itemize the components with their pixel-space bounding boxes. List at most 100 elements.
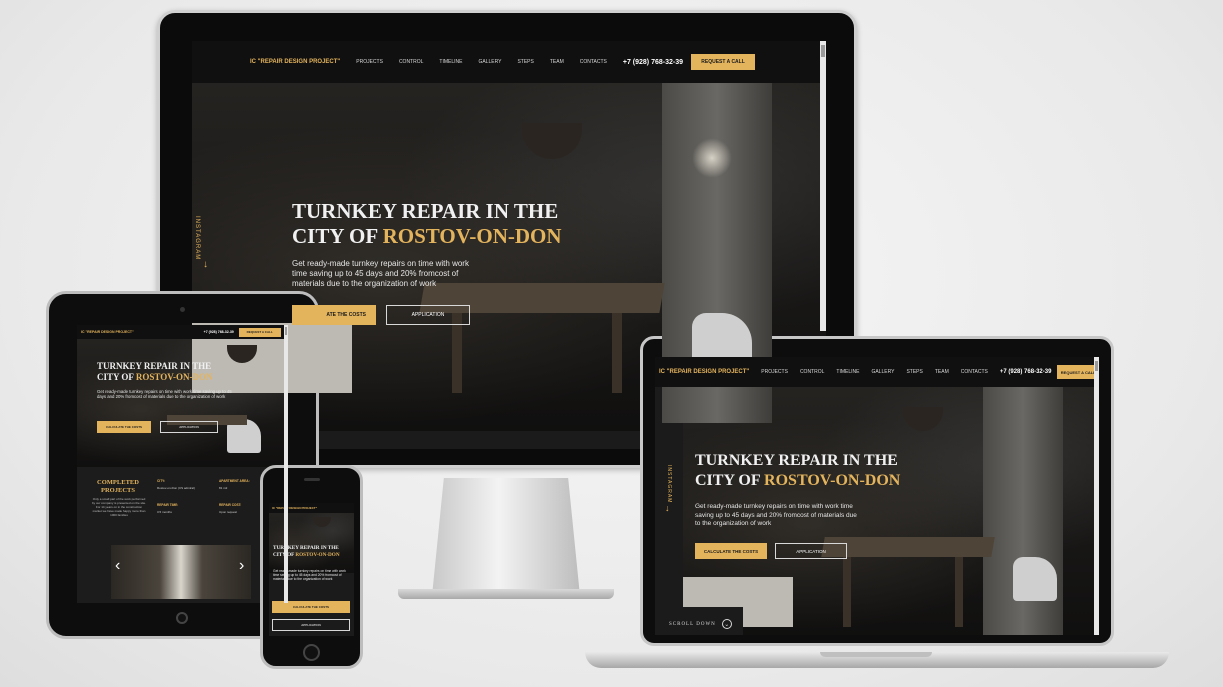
time-value: 3.5 months [157,510,172,514]
scroll-down-link[interactable]: SCROLL DOWN ⌄ [669,619,732,629]
tablet-scroll-thumb[interactable] [285,327,287,335]
nav-control[interactable]: CONTROL [399,59,423,65]
phone-hero-title-line2: CITY OF ROSTOV-ON-DON [273,551,340,558]
phone-website: IC "REPAIR DESIGN PROJECT" TURNKEY REPAI… [269,503,354,636]
tablet-hero-buttons: CALCULATE THE COSTS APPLICATION [97,421,218,433]
nav-timeline[interactable]: TIMELINE [439,59,462,65]
hero-title: TURNKEY REPAIR IN THE CITY OF ROSTOV-ON-… [292,199,562,249]
nav-team[interactable]: TEAM [550,59,564,65]
phone-navbar: IC "REPAIR DESIGN PROJECT" [269,503,354,513]
hero-subtitle: Get ready-made turnkey repairs on time w… [292,259,469,288]
tablet-camera [180,307,185,312]
laptop-instagram-link[interactable]: INSTAGRAM [666,465,672,503]
instagram-link[interactable]: INSTAGRAM [194,216,200,260]
calculate-costs-button[interactable]: ATE THE COSTS [292,305,376,325]
tablet-phone-number[interactable]: +7 (928) 768-32-39 [204,330,234,334]
tablet-home-button[interactable] [176,612,188,624]
arrow-down-icon: ↓ [203,259,208,270]
nav-gallery[interactable]: GALLERY [478,59,501,65]
tablet-hero-subtitle: Get ready-made turnkey repairs on time w… [97,389,232,400]
city-label: CITY: [157,479,166,483]
tablet-brand-logo[interactable]: IC "REPAIR DESIGN PROJECT" [81,330,134,334]
tablet-hero-title-line1: TURNKEY REPAIR IN THE [97,361,212,371]
chevron-down-icon: ⌄ [721,619,732,629]
tablet-hero-city: ROSTOV-ON-DON [135,372,213,382]
hero-title-line1: TURNKEY REPAIR IN THE [292,199,559,223]
time-label: REPAIR TIME: [157,503,179,507]
imac-scroll-thumb[interactable] [821,45,825,57]
laptop-hero-title-line1: TURNKEY REPAIR IN THE [695,452,898,469]
laptop-pendant-lamp [903,407,943,431]
project-photo [111,545,251,599]
phone-hero-city: ROSTOV-ON-DON [295,551,340,558]
hero-title-line2: CITY OF ROSTOV-ON-DON [292,224,562,248]
laptop-hero-city: ROSTOV-ON-DON [764,472,901,489]
gallery-next-icon[interactable]: › [239,557,244,575]
laptop-brand-logo[interactable]: IC "REPAIR DESIGN PROJECT" [659,369,749,375]
tablet-hero-title: TURNKEY REPAIR IN THE CITY OF ROSTOV-ON-… [97,361,213,383]
phone-buttons: CALCULATE THE COSTS APPLICATION [272,601,350,631]
area-value: 81 m2 [219,486,228,490]
laptop-hero-buttons: CALCULATE THE COSTS APPLICATION [695,543,847,559]
tablet-navbar: IC "REPAIR DESIGN PROJECT" +7 (928) 768-… [77,325,288,339]
laptop-lid: IC "REPAIR DESIGN PROJECT" PROJECTS CONT… [640,336,1114,646]
laptop-nav-gallery[interactable]: GALLERY [871,369,894,375]
phone-home-button[interactable] [303,644,320,661]
laptop-arrow-down-icon: ↓ [665,503,670,513]
laptop-notch [820,652,932,657]
application-button[interactable]: APPLICATION [386,305,470,325]
cost-value: Upon request [219,510,238,514]
laptop-white-chair [1013,557,1057,601]
phone-frame: IC "REPAIR DESIGN PROJECT" TURNKEY REPAI… [260,465,363,669]
laptop-navbar: IC "REPAIR DESIGN PROJECT" PROJECTS CONT… [655,357,1099,387]
laptop-nav-timeline[interactable]: TIMELINE [836,369,859,375]
laptop-application-button[interactable]: APPLICATION [775,543,847,559]
tablet-calculate-costs-button[interactable]: CALCULATE THE COSTS [97,421,151,433]
tablet-scrollbar[interactable] [284,325,288,603]
phone-application-button[interactable]: APPLICATION [272,619,350,631]
hero-buttons: ATE THE COSTS APPLICATION [292,305,470,325]
laptop-calculate-costs-button[interactable]: CALCULATE THE COSTS [695,543,767,559]
laptop-request-call-button[interactable]: REQUEST A CALL [1057,365,1099,379]
completed-title: COMPLETED PROJECTS [97,479,139,494]
laptop-nav-control[interactable]: CONTROL [800,369,824,375]
laptop-table-legs [843,557,963,627]
scroll-down-label: SCROLL DOWN [669,621,716,627]
tablet-hero-title-line2: CITY OF ROSTOV-ON-DON [97,372,213,382]
phone-speaker [304,478,320,481]
phone-hero-section [269,513,354,573]
imac-base [398,589,614,599]
phone-number[interactable]: +7 (928) 768-32-39 [623,59,683,66]
laptop-nav-steps[interactable]: STEPS [906,369,922,375]
nav-projects[interactable]: PROJECTS [356,59,383,65]
area-label: APARTMENT AREA: [219,479,250,483]
phone-brand-logo[interactable]: IC "REPAIR DESIGN PROJECT" [272,506,317,510]
gallery-prev-icon[interactable]: ‹ [115,557,120,575]
imac-navbar: IC "REPAIR DESIGN PROJECT" PROJECTS CONT… [192,41,826,83]
table-legs [452,313,622,393]
laptop-nav-contacts[interactable]: CONTACTS [961,369,988,375]
laptop-nav-projects[interactable]: PROJECTS [761,369,788,375]
lamp-glow [692,138,732,178]
nav-steps[interactable]: STEPS [517,59,533,65]
city-value: Rostov-on-Don (CS admiral) [157,486,195,490]
laptop-scrollbar[interactable] [1094,357,1099,635]
tablet-completed-section: COMPLETED PROJECTS Only a small part of … [77,467,288,603]
laptop-hero-title-line2: CITY OF ROSTOV-ON-DON [695,472,901,489]
imac-scrollbar[interactable] [820,41,826,331]
hero-city: ROSTOV-ON-DON [382,224,562,248]
nav-contacts[interactable]: CONTACTS [580,59,607,65]
request-call-button[interactable]: REQUEST A CALL [691,54,756,70]
tablet-application-button[interactable]: APPLICATION [160,421,218,433]
brand-logo[interactable]: IC "REPAIR DESIGN PROJECT" [250,59,340,65]
phone-hero-title: TURNKEY REPAIR IN THE CITY OF ROSTOV-ON-… [273,545,340,558]
pendant-lamp [522,123,582,159]
laptop-hero-subtitle: Get ready-made turnkey repairs on time w… [695,503,857,527]
laptop-scroll-thumb[interactable] [1095,361,1098,371]
laptop-nav-team[interactable]: TEAM [935,369,949,375]
responsive-mockup-stage: IC "REPAIR DESIGN PROJECT" PROJECTS CONT… [0,0,1223,687]
laptop-phone-number[interactable]: +7 (928) 768-32-39 [1000,369,1052,375]
cost-label: REPAIR COST: [219,503,242,507]
completed-description: Only a small part of the work performed … [91,497,147,517]
tablet-request-call-button[interactable]: REQUEST A CALL [238,327,281,337]
